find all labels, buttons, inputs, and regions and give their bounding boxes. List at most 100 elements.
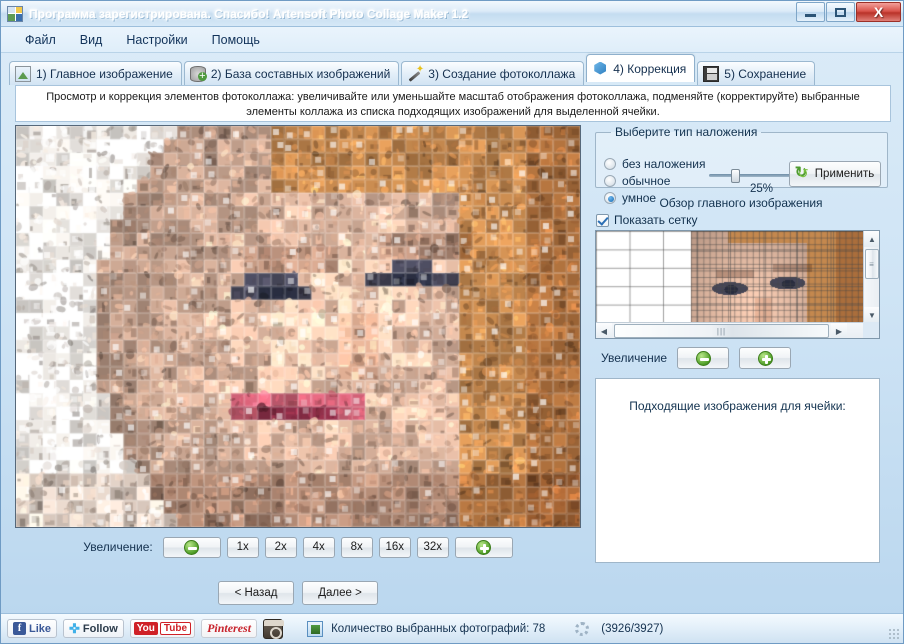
zoom-out-icon	[695, 350, 711, 366]
collage-zoom-2x-button[interactable]: 2x	[264, 536, 297, 558]
title-bar: Программа зарегистрирована. Спасибо! Art…	[1, 1, 903, 27]
menu-item-file[interactable]: Файл	[13, 30, 68, 50]
scroll-up-button[interactable]: ▲	[864, 231, 879, 247]
zoom-in-icon	[757, 350, 773, 366]
overview-zoom-row: Увеличение	[601, 347, 891, 369]
overview-zoom-in-button[interactable]	[739, 347, 792, 369]
overlay-option-none[interactable]: без наложения	[604, 155, 706, 172]
window-title: Программа зарегистрирована. Спасибо! Art…	[29, 6, 469, 21]
tab-label: 3) Создание фотоколлажа	[428, 66, 576, 81]
refresh-green-icon	[795, 163, 810, 182]
pinterest-button[interactable]: Pinterest	[201, 619, 258, 638]
photos-count-icon	[307, 620, 324, 637]
tab-correction[interactable]: 4) Коррекция	[586, 54, 696, 82]
apply-button[interactable]: Применить	[789, 161, 881, 187]
loading-spinner-icon	[575, 621, 590, 636]
facebook-like-button[interactable]: f Like	[7, 619, 58, 638]
menu-item-view[interactable]: Вид	[68, 30, 115, 50]
collage-zoom-8x-button[interactable]: 8x	[340, 536, 373, 558]
tab-label: 4) Коррекция	[613, 61, 687, 76]
overview-horizontal-scrollbar[interactable]: ◀ ||| ▶	[596, 322, 864, 338]
facebook-icon: f	[13, 622, 26, 635]
tab-create-collage[interactable]: 3) Создание фотоколлажа	[401, 61, 585, 85]
slider-thumb[interactable]	[731, 169, 740, 183]
matching-images-title: Подходящие изображения для ячейки:	[629, 399, 846, 413]
magic-wand-icon	[407, 64, 424, 82]
page-description: Просмотр и коррекция элементов фотоколла…	[15, 85, 891, 122]
youtube-button[interactable]: You Tube	[129, 619, 196, 638]
overview-vertical-scrollbar[interactable]: ▲ ≡ ▼	[863, 231, 879, 323]
close-icon: X	[873, 4, 884, 20]
maximize-icon	[835, 7, 846, 17]
overview-grid-overlay	[596, 231, 864, 323]
overlay-option-normal[interactable]: обычное	[604, 172, 706, 189]
resize-grip[interactable]	[888, 628, 900, 640]
collage-zoom-out-button[interactable]	[162, 536, 221, 558]
pinterest-label: Pinterest	[207, 621, 252, 635]
tab-save[interactable]: 5) Сохранение	[697, 61, 816, 85]
matching-images-panel[interactable]: Подходящие изображения для ячейки:	[595, 378, 880, 563]
tab-image-database[interactable]: 2) База составных изображений	[183, 61, 400, 85]
facebook-like-label: Like	[29, 622, 52, 635]
scroll-right-button[interactable]: ▶	[831, 323, 847, 338]
twitter-follow-button[interactable]: ✜ Follow	[63, 619, 124, 638]
horizontal-scroll-thumb[interactable]: |||	[614, 324, 829, 338]
zoom-out-icon	[184, 539, 200, 555]
collage-zoom-1x-button[interactable]: 1x	[226, 536, 259, 558]
collage-zoom-in-button[interactable]	[454, 536, 513, 558]
show-grid-label: Показать сетку	[614, 213, 698, 227]
radio-icon	[604, 174, 616, 187]
next-button[interactable]: Далее >	[302, 581, 378, 605]
menu-item-settings[interactable]: Настройки	[114, 30, 199, 50]
collage-zoom-4x-button[interactable]: 4x	[302, 536, 335, 558]
apply-button-label: Применить	[814, 168, 875, 180]
progress-text: (3926/3927)	[601, 622, 664, 635]
overview-zoom-label: Увеличение	[601, 351, 668, 365]
overlay-radio-list: без наложения обычное умное	[604, 155, 706, 206]
window-controls: X	[796, 2, 901, 22]
tab-main-image[interactable]: 1) Главное изображение	[9, 61, 182, 85]
collage-image[interactable]	[16, 126, 580, 527]
maximize-button[interactable]	[826, 2, 855, 22]
collage-zoom-32x-button[interactable]: 32x	[416, 536, 449, 558]
cube-icon	[592, 61, 608, 77]
floppy-save-icon	[703, 65, 720, 82]
overlay-option-smart[interactable]: умное	[604, 189, 706, 206]
instagram-button[interactable]	[263, 618, 285, 639]
overlay-type-legend: Выберите тип наложения	[615, 125, 758, 139]
twitter-follow-label: Follow	[82, 622, 118, 635]
tab-label: 2) База составных изображений	[210, 66, 391, 81]
close-button[interactable]: X	[856, 2, 901, 22]
right-sidebar: Выберите тип наложения без наложения обы…	[591, 125, 891, 563]
overview-preview-panel[interactable]: ▲ ≡ ▼ ◀ ||| ▶	[595, 230, 880, 339]
scrollbar-corner	[863, 322, 879, 338]
minimize-icon	[805, 14, 816, 17]
collage-zoom-toolbar: Увеличение: 1x 2x 4x 8x 16x 32x	[15, 533, 581, 561]
menu-item-help[interactable]: Помощь	[200, 30, 272, 50]
status-bar: f Like ✜ Follow You Tube Pinterest Колич…	[1, 613, 903, 643]
overlay-type-group: Выберите тип наложения без наложения обы…	[595, 125, 888, 205]
photo-count-text: Количество выбранных фотографий: 78	[331, 622, 546, 635]
minimize-button[interactable]	[796, 2, 825, 22]
radio-icon	[604, 157, 616, 170]
youtube-tube-label: Tube	[159, 622, 192, 635]
collage-zoom-16x-button[interactable]: 16x	[378, 536, 411, 558]
zoom-in-icon	[476, 539, 492, 555]
scroll-left-button[interactable]: ◀	[596, 323, 612, 338]
database-icon	[189, 65, 207, 82]
tab-label: 5) Сохранение	[724, 66, 807, 81]
radio-selected-icon	[604, 191, 616, 204]
application-window: Программа зарегистрирована. Спасибо! Art…	[0, 0, 904, 644]
scroll-down-button[interactable]: ▼	[864, 307, 879, 323]
app-logo-icon	[7, 5, 23, 22]
show-grid-checkbox-row[interactable]: Показать сетку	[596, 213, 891, 227]
vertical-scroll-thumb[interactable]: ≡	[865, 249, 879, 279]
twitter-bird-icon: ✜	[69, 621, 80, 636]
collage-zoom-label: Увеличение:	[83, 540, 153, 554]
tab-label: 1) Главное изображение	[36, 66, 173, 81]
menu-bar: Файл Вид Настройки Помощь	[1, 27, 903, 53]
overview-zoom-out-button[interactable]	[677, 347, 730, 369]
back-button[interactable]: < Назад	[218, 581, 294, 605]
checkbox-checked-icon[interactable]	[596, 213, 609, 227]
collage-preview-panel[interactable]	[15, 125, 581, 528]
